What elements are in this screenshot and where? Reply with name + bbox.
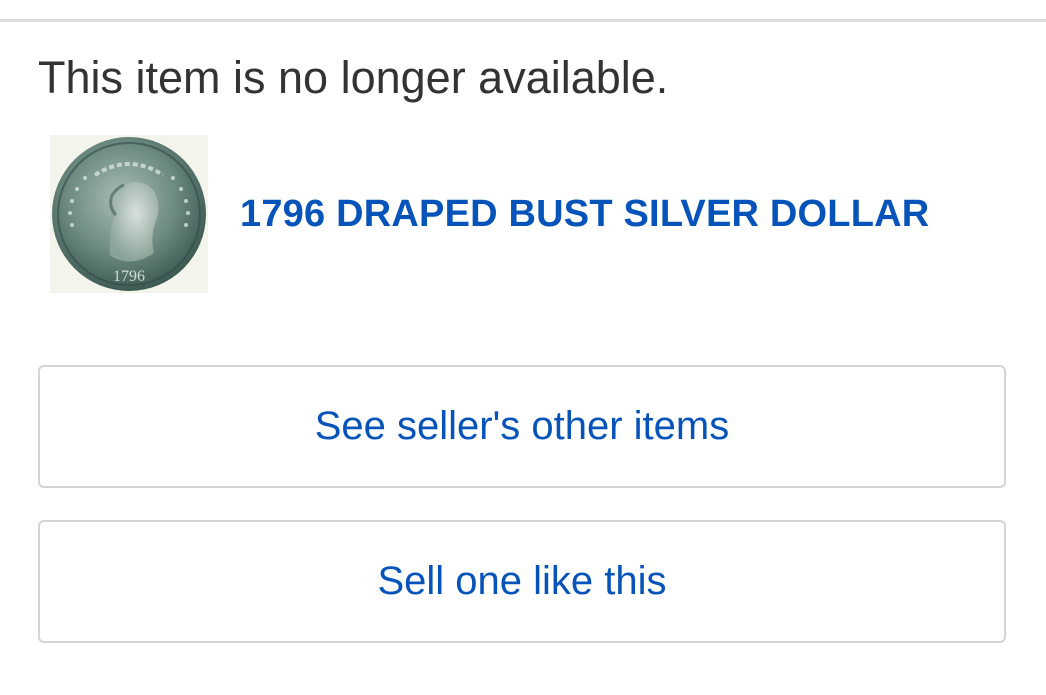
see-sellers-other-items-label: See seller's other items [314, 404, 730, 448]
top-divider [0, 19, 1046, 22]
item-row: 1796 1796 DRAPED BUST SILVER DOLLAR [50, 135, 1010, 293]
see-sellers-other-items-button[interactable]: See seller's other items [38, 365, 1006, 488]
item-thumbnail[interactable]: 1796 [50, 135, 208, 293]
item-title-link[interactable]: 1796 DRAPED BUST SILVER DOLLAR [240, 193, 929, 236]
sell-one-like-this-button[interactable]: Sell one like this [38, 520, 1006, 643]
svg-text:1796: 1796 [113, 268, 145, 285]
unavailable-message: This item is no longer available. [38, 52, 669, 103]
sell-one-like-this-label: Sell one like this [377, 559, 667, 603]
coin-image-icon: 1796 [52, 137, 206, 291]
